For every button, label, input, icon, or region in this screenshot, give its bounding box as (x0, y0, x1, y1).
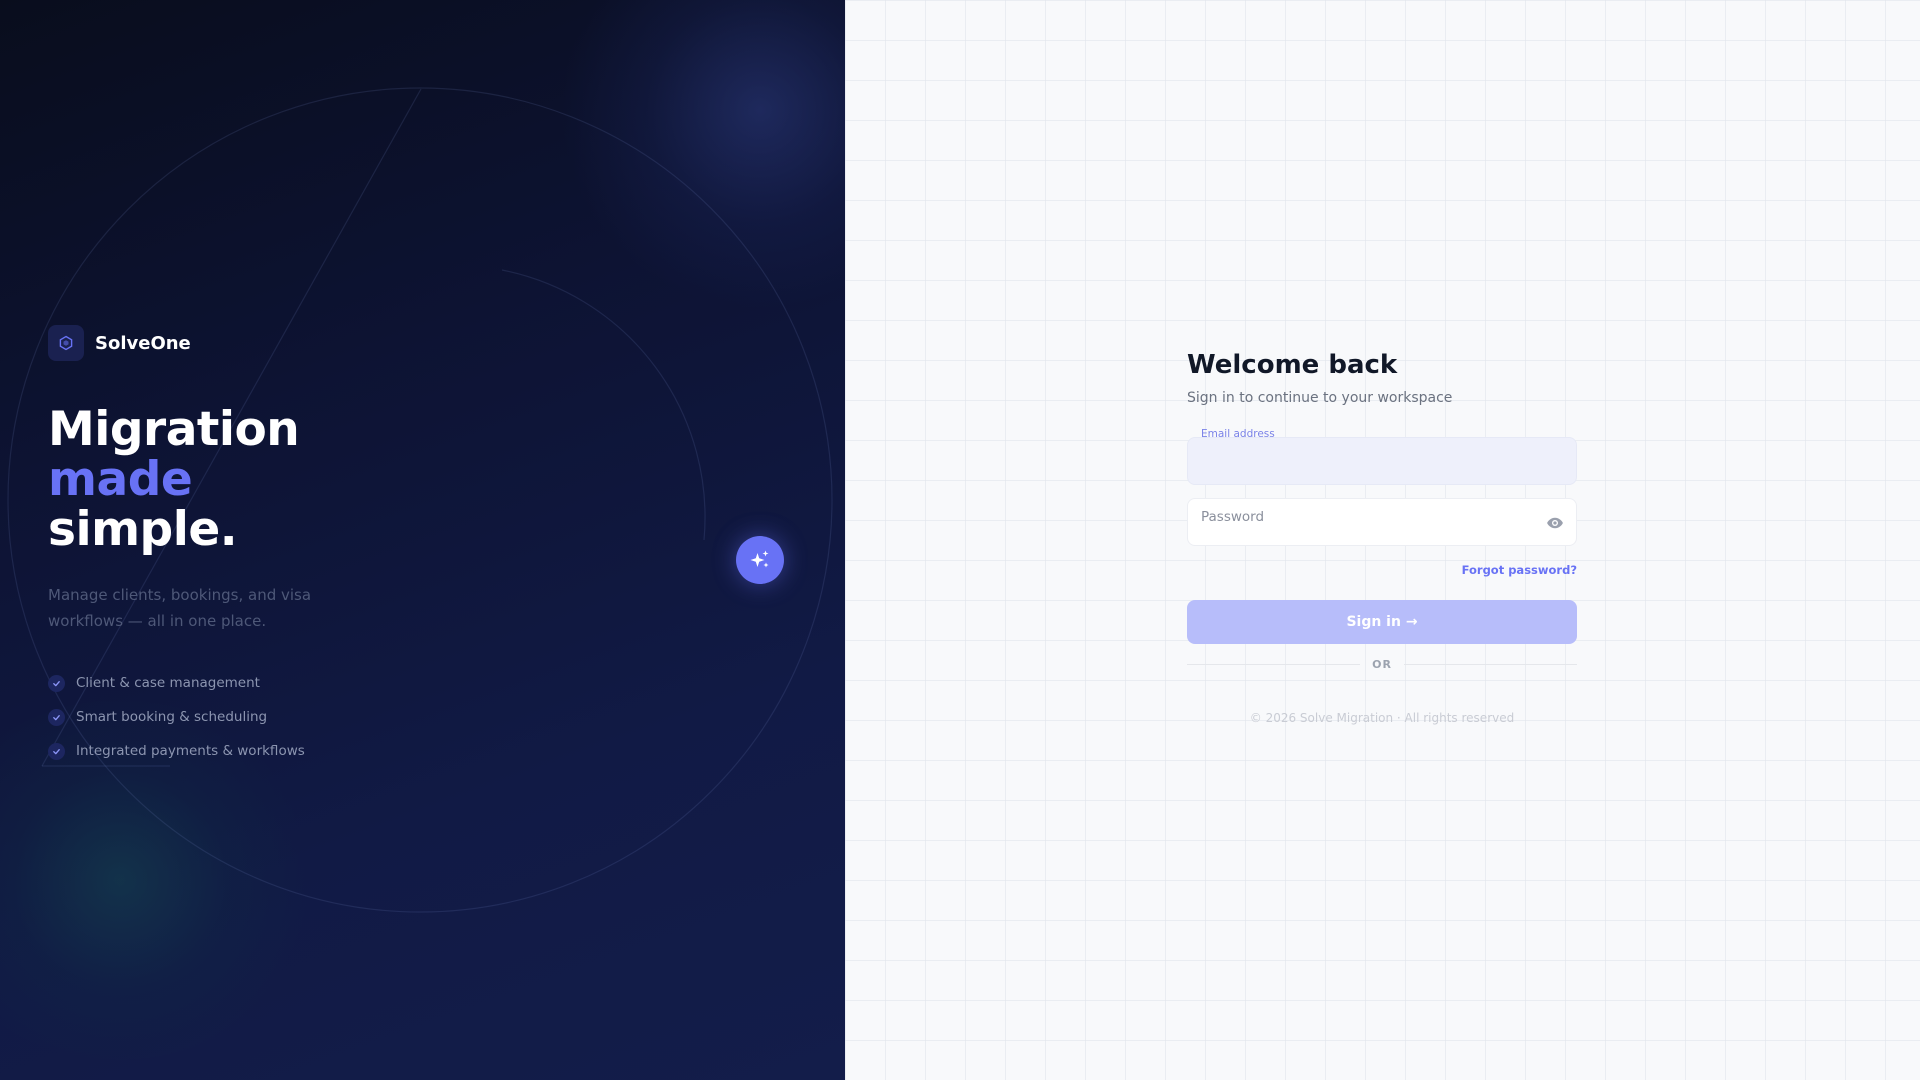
feature-list: Client & case management Smart booking &… (48, 666, 305, 768)
headline-line-3: simple. (48, 502, 238, 557)
assistant-button[interactable] (736, 536, 784, 584)
feature-label: Smart booking & scheduling (76, 709, 268, 725)
headline-line-1: Migration (48, 402, 300, 457)
hero-headline: Migration made simple. (48, 402, 300, 557)
brand: SolveOne (48, 325, 191, 361)
password-field[interactable] (1188, 499, 1576, 545)
divider-line (1187, 664, 1361, 665)
eye-icon[interactable] (1545, 513, 1565, 533)
email-field[interactable] (1188, 438, 1576, 484)
feature-label: Integrated payments & workflows (76, 743, 305, 759)
feature-item: Smart booking & scheduling (48, 700, 305, 734)
password-field-wrapper (1187, 498, 1577, 546)
forgot-password-link[interactable]: Forgot password? (1462, 563, 1577, 577)
signin-button[interactable]: Sign in → (1187, 600, 1577, 644)
email-label: Email address (1201, 428, 1275, 440)
brand-name: SolveOne (95, 332, 191, 354)
signin-panel: Welcome back Sign in to continue to your… (845, 0, 1920, 1080)
or-divider: OR (1187, 658, 1578, 671)
hero-panel: SolveOne Migration made simple. Manage c… (0, 0, 845, 1080)
check-icon (48, 742, 65, 760)
divider-label: OR (1372, 658, 1392, 671)
divider-line (1403, 664, 1578, 665)
headline-accent: made (48, 452, 193, 507)
check-icon (48, 674, 65, 692)
forgot-row: Forgot password? (1187, 559, 1577, 578)
hexagon-logo-icon (48, 325, 84, 361)
hero-tagline: Manage clients, bookings, and visa workf… (48, 586, 312, 630)
email-field-wrapper: Email address (1187, 428, 1577, 485)
footer-copyright: © 2026 Solve Migration · All rights rese… (1249, 711, 1515, 725)
sparkles-icon (750, 550, 769, 568)
feature-item: Client & case management (48, 666, 305, 700)
feature-label: Client & case management (76, 675, 260, 691)
check-icon (48, 708, 65, 726)
feature-item: Integrated payments & workflows (48, 734, 305, 768)
signin-card: Welcome back Sign in to continue to your… (1187, 350, 1578, 725)
page-subtitle: Sign in to continue to your workspace (1187, 390, 1453, 406)
page-title: Welcome back (1187, 350, 1398, 380)
